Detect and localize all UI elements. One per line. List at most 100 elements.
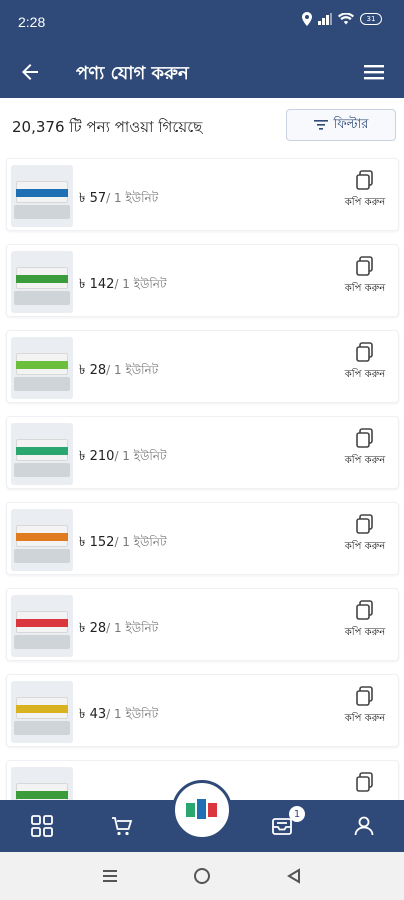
cart-icon xyxy=(112,817,133,836)
copy-icon xyxy=(356,600,373,620)
currency-symbol: ৳ xyxy=(79,707,86,722)
filter-label: ফিল্টার xyxy=(333,116,369,132)
copy-label: কপি করুন xyxy=(344,713,386,724)
copy-icon xyxy=(356,428,373,448)
copy-icon xyxy=(356,686,373,706)
copy-button[interactable]: কপি করুন xyxy=(336,427,394,479)
price-unit: / 1 ইউনিট xyxy=(106,707,159,721)
nav-dashboard[interactable] xyxy=(28,812,56,840)
product-card[interactable]: ৳ 28/ 1 ইউনিট কপি করুন xyxy=(6,588,399,661)
back-button[interactable] xyxy=(16,58,44,86)
copy-button[interactable]: কপি করুন xyxy=(336,685,394,737)
copy-label: কপি করুন xyxy=(344,541,386,552)
copy-icon xyxy=(356,772,373,792)
product-card[interactable]: ৳ 210/ 1 ইউনিট কপি করুন xyxy=(6,416,399,489)
price-value: 142 xyxy=(89,277,115,292)
product-image xyxy=(11,423,73,485)
product-price: ৳ 28/ 1 ইউনিট xyxy=(79,361,158,382)
currency-symbol: ৳ xyxy=(79,449,86,464)
price-value: 28 xyxy=(89,621,107,636)
copy-label: কপি করুন xyxy=(344,283,386,294)
user-icon xyxy=(354,816,374,836)
product-image xyxy=(11,251,73,313)
home-logo-button[interactable] xyxy=(172,780,232,840)
results-bar: 20,376 টি পন্য পাওয়া গিয়েছে ফিল্টার xyxy=(0,98,404,154)
home-system-button[interactable] xyxy=(192,866,212,886)
price-unit: / 1 ইউনিট xyxy=(106,363,159,377)
product-price: ৳ 57/ 1 ইউনিট xyxy=(79,189,158,210)
copy-button[interactable]: কপি করুন xyxy=(336,255,394,307)
grid-icon xyxy=(31,815,53,837)
product-image xyxy=(11,595,73,657)
currency-symbol: ৳ xyxy=(79,191,86,206)
price-value: 152 xyxy=(89,535,115,550)
arrow-left-icon xyxy=(22,64,38,80)
product-card[interactable]: ৳ 152/ 1 ইউনিট কপি করুন xyxy=(6,502,399,575)
price-unit: / 1 ইউনিট xyxy=(114,449,167,463)
filter-icon xyxy=(313,120,328,130)
home-circle-icon xyxy=(194,868,210,884)
nav-cart[interactable] xyxy=(108,812,136,840)
product-list: ৳ 57/ 1 ইউনিট কপি করুন ৳ 142/ 1 ইউনিট কপ… xyxy=(0,154,404,800)
price-unit: / 1 ইউনিট xyxy=(114,277,167,291)
copy-button[interactable]: কপি করুন xyxy=(336,513,394,565)
currency-symbol: ৳ xyxy=(79,363,86,378)
copy-button[interactable]: কপি করুন xyxy=(336,341,394,393)
copy-label: কপি করুন xyxy=(344,455,386,466)
copy-button[interactable] xyxy=(336,771,394,800)
product-card[interactable]: ৳ 142/ 1 ইউনিট কপি করুন xyxy=(6,244,399,317)
product-image xyxy=(11,165,73,227)
copy-label: কপি করুন xyxy=(344,197,386,208)
hamburger-icon xyxy=(364,65,384,80)
recent-apps-icon xyxy=(103,870,117,882)
triangle-back-icon xyxy=(287,868,300,884)
status-time: 2:28 xyxy=(18,14,46,30)
back-system-button[interactable] xyxy=(284,866,304,886)
product-price: ৳ 210/ 1 ইউনিট xyxy=(79,447,166,468)
price-value: 57 xyxy=(89,191,107,206)
currency-symbol: ৳ xyxy=(79,621,86,636)
results-count: 20,376 টি পন্য পাওয়া গিয়েছে xyxy=(12,118,203,136)
app-bar: পণ্য যোগ করুন xyxy=(0,46,404,98)
wifi-icon xyxy=(338,13,354,25)
battery-icon: 31 xyxy=(360,13,382,25)
product-image xyxy=(11,767,73,800)
price-value: 210 xyxy=(89,449,115,464)
recent-apps-button[interactable] xyxy=(100,866,120,886)
product-image xyxy=(11,681,73,743)
product-price: ৳ 28/ 1 ইউনিট xyxy=(79,619,158,640)
filter-button[interactable]: ফিল্টার xyxy=(286,109,396,141)
price-value: 28 xyxy=(89,363,107,378)
product-card[interactable]: ৳ 57/ 1 ইউনিট কপি করুন xyxy=(6,158,399,231)
orders-badge: 1 xyxy=(289,806,305,822)
nav-orders[interactable]: 1 xyxy=(268,806,305,840)
page-title: পণ্য যোগ করুন xyxy=(76,63,189,84)
status-icons: 31 xyxy=(302,12,382,26)
price-unit: / 1 ইউনিট xyxy=(106,621,159,635)
product-price: ৳ 43/ 1 ইউনিট xyxy=(79,705,158,726)
price-unit: / 1 ইউনিট xyxy=(114,535,167,549)
copy-icon xyxy=(356,514,373,534)
copy-label: কপি করুন xyxy=(344,627,386,638)
copy-icon xyxy=(356,256,373,276)
product-card[interactable]: ৳ 43/ 1 ইউনিট কপি করুন xyxy=(6,674,399,747)
product-price: ৳ 152/ 1 ইউনিট xyxy=(79,533,166,554)
nav-profile[interactable] xyxy=(350,812,378,840)
price-unit: / 1 ইউনিট xyxy=(106,191,159,205)
copy-icon xyxy=(356,342,373,362)
location-icon xyxy=(302,12,312,26)
battery-level: 31 xyxy=(366,15,376,23)
product-card[interactable]: ৳ 28/ 1 ইউনিট কপি করুন xyxy=(6,330,399,403)
copy-button[interactable]: কপি করুন xyxy=(336,599,394,651)
copy-button[interactable]: কপি করুন xyxy=(336,169,394,221)
signal-icon xyxy=(318,13,332,25)
copy-label: কপি করুন xyxy=(344,369,386,380)
copy-icon xyxy=(356,170,373,190)
currency-symbol: ৳ xyxy=(79,535,86,550)
product-image xyxy=(11,337,73,399)
currency-symbol: ৳ xyxy=(79,277,86,292)
menu-button[interactable] xyxy=(362,60,386,84)
price-value: 43 xyxy=(89,707,107,722)
system-nav-bar xyxy=(0,852,404,900)
product-image xyxy=(11,509,73,571)
